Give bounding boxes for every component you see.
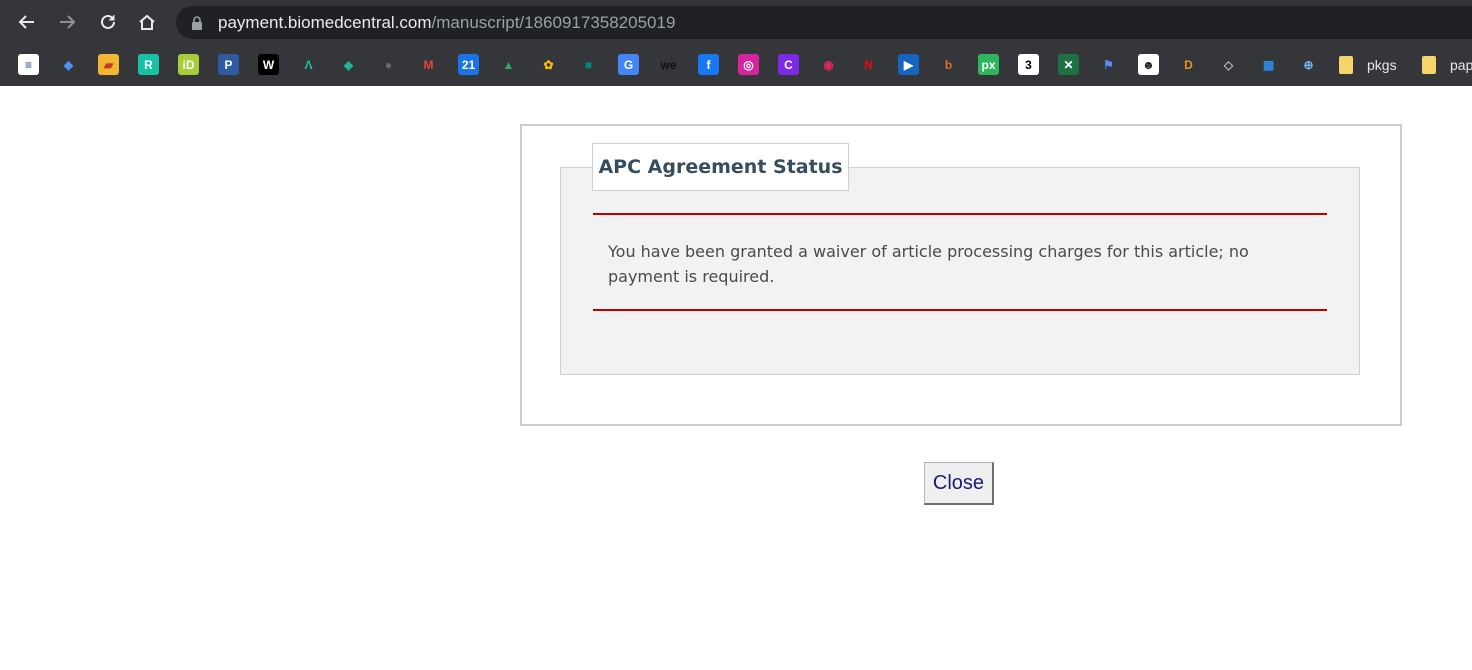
flag-icon[interactable]: ⚑ — [1098, 54, 1119, 75]
bookmark-folder-pkgs[interactable]: pkgs — [1339, 54, 1397, 76]
wordpress-icon[interactable]: W — [258, 54, 279, 75]
home-icon[interactable] — [135, 10, 159, 34]
back-icon[interactable] — [15, 10, 39, 34]
target-icon[interactable]: ◉ — [818, 54, 839, 75]
diamond-icon[interactable]: ◆ — [338, 54, 359, 75]
altmetric-icon[interactable]: Λ — [298, 54, 319, 75]
canva-icon[interactable]: C — [778, 54, 799, 75]
close-button[interactable]: Close — [924, 462, 994, 505]
bottom-divider — [593, 309, 1327, 311]
top-divider — [593, 213, 1327, 215]
folder-icon — [1422, 56, 1436, 74]
reload-icon[interactable] — [96, 10, 120, 34]
url-host: payment.biomedcentral.com — [218, 12, 432, 32]
gmail-icon[interactable]: M — [418, 54, 439, 75]
play-icon[interactable]: ▶ — [898, 54, 919, 75]
waiver-message: You have been granted a waiver of articl… — [608, 242, 1249, 286]
px-icon[interactable]: px — [978, 54, 999, 75]
globe-icon[interactable]: ● — [378, 54, 399, 75]
instagram-icon[interactable]: ◎ — [738, 54, 759, 75]
bookmarks-bar: pkgs pap ≡ ◆ ▰ RiD P W Λ ◆ ● M 21 ▲ ✿ ■ Gwe f ◎ C ◉ N ▶ b px 3 ✕… — [0, 44, 1472, 86]
stack-icon[interactable]: ≡ — [18, 54, 39, 75]
bookmark-folder-label: pap — [1450, 57, 1472, 73]
layers-icon[interactable]: ◇ — [1218, 54, 1239, 75]
bookmark-folder-pap[interactable]: pap — [1422, 54, 1472, 76]
layout-icon[interactable]: ▦ — [1258, 54, 1279, 75]
facebook-icon[interactable]: f — [698, 54, 719, 75]
fieldset-legend-title: APC Agreement Status — [592, 143, 849, 191]
b-circle-icon[interactable]: b — [938, 54, 959, 75]
url-path: /manuscript/1860917358205019 — [431, 12, 676, 32]
folder-icon — [1339, 56, 1353, 74]
bookmark-folder-label: pkgs — [1367, 57, 1397, 73]
translate-icon[interactable]: G — [618, 54, 639, 75]
photos-icon[interactable]: ✿ — [538, 54, 559, 75]
meet-icon[interactable]: ■ — [578, 54, 599, 75]
zotero-icon[interactable]: ▰ — [98, 54, 119, 75]
excel-icon[interactable]: ✕ — [1058, 54, 1079, 75]
lock-icon[interactable] — [191, 15, 203, 30]
browser-toolbar: payment.biomedcentral.com/manuscript/186… — [0, 0, 1472, 44]
we-icon[interactable]: we — [658, 54, 679, 75]
url-text[interactable]: payment.biomedcentral.com/manuscript/186… — [218, 13, 675, 33]
researchgate-icon[interactable]: R — [138, 54, 159, 75]
avatar-bookmark-icon[interactable]: ☻ — [1138, 54, 1159, 75]
drive-icon[interactable]: ▲ — [498, 54, 519, 75]
scholar-icon[interactable]: ◆ — [58, 54, 79, 75]
address-bar[interactable]: payment.biomedcentral.com/manuscript/186… — [176, 6, 1472, 39]
calendar-icon[interactable]: 21 — [458, 54, 479, 75]
d-icon[interactable]: D — [1178, 54, 1199, 75]
crosshair-globe-icon[interactable]: ⊕ — [1298, 54, 1319, 75]
forward-icon[interactable] — [55, 10, 79, 34]
three-icon[interactable]: 3 — [1018, 54, 1039, 75]
orcid-icon[interactable]: iD — [178, 54, 199, 75]
netflix-icon[interactable]: N — [858, 54, 879, 75]
pubpeer-icon[interactable]: P — [218, 54, 239, 75]
